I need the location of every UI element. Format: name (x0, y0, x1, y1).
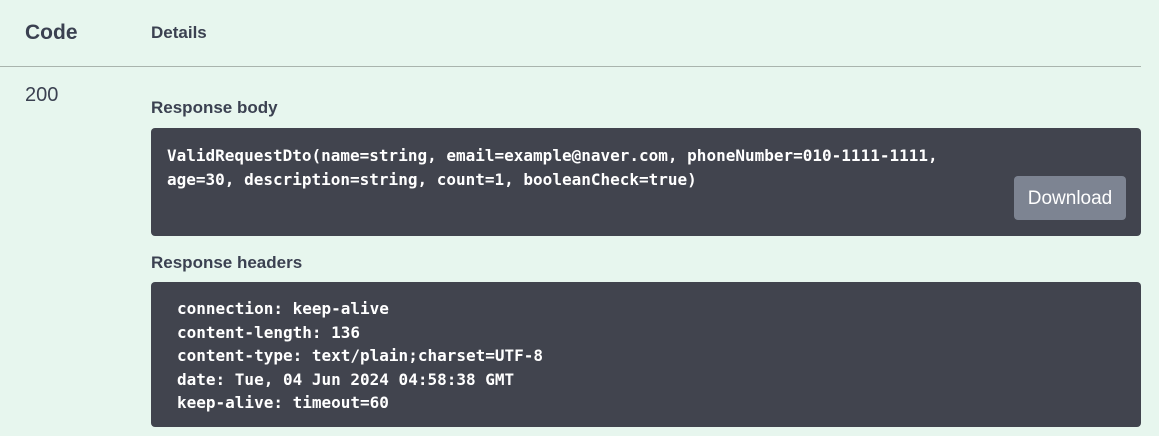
download-button[interactable]: Download (1014, 176, 1126, 220)
response-body-text: ValidRequestDto(name=string, email=examp… (167, 146, 938, 189)
code-column-header: Code (25, 21, 78, 44)
response-body-label: Response body (151, 98, 278, 117)
response-header-line: content-length: 136 (177, 322, 361, 342)
response-headers-block: connection: keep-alive content-length: 1… (151, 282, 1141, 427)
response-header-line: keep-alive: timeout=60 (177, 393, 389, 412)
response-header-line: date: Tue, 04 Jun 2024 04:58:38 GMT (177, 369, 515, 389)
response-headers-label: Response headers (151, 253, 303, 272)
details-column-header: Details (151, 23, 207, 42)
response-body-block: ValidRequestDto(name=string, email=examp… (151, 128, 1141, 236)
response-status-code: 200 (25, 84, 59, 106)
responses-table-header: Code Details (0, 0, 1141, 67)
response-header-line: connection: keep-alive (177, 299, 389, 318)
response-header-line: content-type: text/plain;charset=UTF-8 (177, 346, 544, 365)
